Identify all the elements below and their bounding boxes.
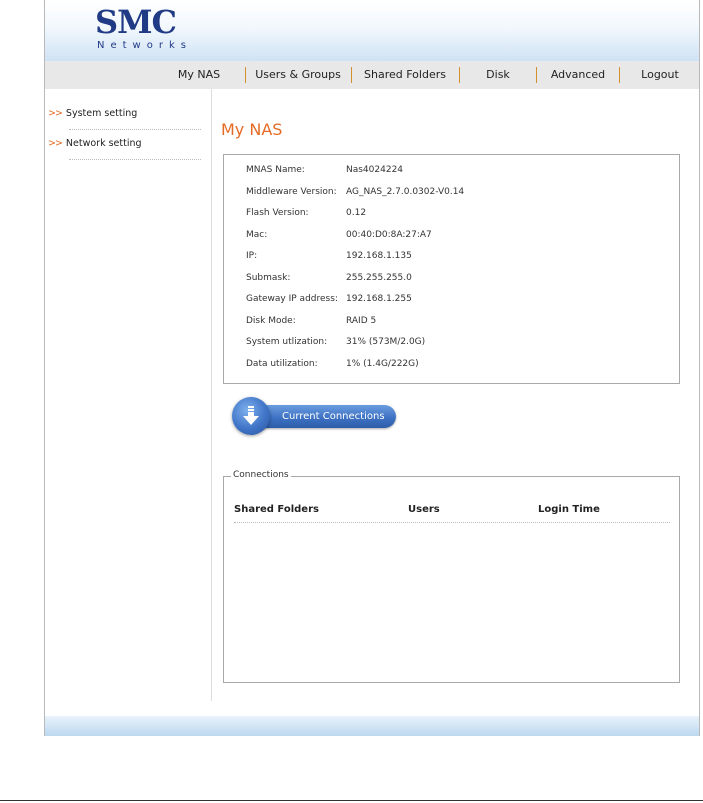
nav-separator (619, 67, 620, 83)
info-value: 1% (1.4G/222G) (346, 358, 419, 369)
info-label: IP: (246, 251, 258, 261)
page-title: My NAS (221, 120, 283, 139)
download-arrow-icon (232, 397, 270, 435)
nav-users-groups[interactable]: Users & Groups (252, 61, 344, 89)
sidebar: >> System setting >> Network setting (45, 89, 212, 701)
column-header-shared-folders: Shared Folders (234, 504, 319, 515)
info-value: 00:40:D0:8A:27:A7 (346, 229, 432, 240)
header-banner: SMC Networks (45, 0, 699, 61)
info-label: System utlization: (246, 337, 328, 347)
nav-separator (351, 67, 352, 83)
info-label: MNAS Name: (246, 165, 305, 175)
current-connections-button[interactable]: Current Connections (232, 397, 400, 437)
sidebar-item-system-setting[interactable]: >> System setting (48, 108, 137, 119)
double-chevron-right-icon: >> (48, 108, 63, 119)
info-value: 255.255.255.0 (346, 272, 412, 283)
column-header-login-time: Login Time (538, 504, 600, 515)
smc-logo: SMC Networks (95, 4, 195, 56)
info-value: RAID 5 (346, 315, 377, 326)
sidebar-divider (69, 159, 201, 160)
connections-panel: Connections Shared Folders Users Login T… (223, 470, 680, 683)
system-info-panel: MNAS Name: Nas4024224 Middleware Version:… (223, 154, 680, 384)
info-value: Nas4024224 (346, 165, 404, 175)
info-label: Flash Version: (246, 208, 309, 218)
sidebar-divider (69, 129, 201, 130)
sidebar-item-label: Network setting (65, 138, 142, 149)
info-value: 0.12 (346, 208, 367, 218)
info-value: 31% (573M/2.0G) (346, 337, 426, 347)
info-label: Disk Mode: (246, 315, 296, 326)
nav-disk[interactable]: Disk (465, 61, 531, 89)
info-label: Middleware Version: (246, 186, 337, 197)
nav-separator (245, 67, 246, 83)
logo-sub-text: Networks (97, 40, 192, 51)
connections-legend: Connections (231, 470, 291, 480)
nav-shared-folders[interactable]: Shared Folders (357, 61, 453, 89)
info-label: Submask: (246, 272, 291, 283)
info-value: AG_NAS_2.7.0.0302-V0.14 (346, 186, 465, 197)
button-label: Current Connections (282, 411, 385, 422)
sidebar-item-label: System setting (65, 108, 138, 119)
info-label: Data utilization: (246, 358, 318, 369)
footer-bar (45, 716, 699, 736)
nav-my-nas[interactable]: My NAS (169, 61, 229, 89)
info-label: Gateway IP address: (246, 294, 338, 304)
nav-separator (459, 67, 460, 83)
top-nav: My NAS Users & Groups Shared Folders Dis… (45, 61, 699, 89)
logo-main-text: SMC (95, 3, 177, 41)
info-value: 192.168.1.135 (346, 251, 412, 261)
sidebar-item-network-setting[interactable]: >> Network setting (48, 138, 142, 149)
double-chevron-right-icon: >> (48, 138, 63, 149)
nav-separator (536, 67, 537, 83)
info-value: 192.168.1.255 (346, 294, 412, 304)
header-divider (234, 522, 670, 523)
app-frame: SMC Networks My NAS Users & Groups Share… (44, 0, 700, 736)
page-bottom-rule (0, 800, 703, 801)
info-label: Mac: (246, 229, 268, 240)
nav-advanced[interactable]: Advanced (542, 61, 614, 89)
nav-logout[interactable]: Logout (625, 61, 695, 89)
column-header-users: Users (408, 504, 440, 515)
